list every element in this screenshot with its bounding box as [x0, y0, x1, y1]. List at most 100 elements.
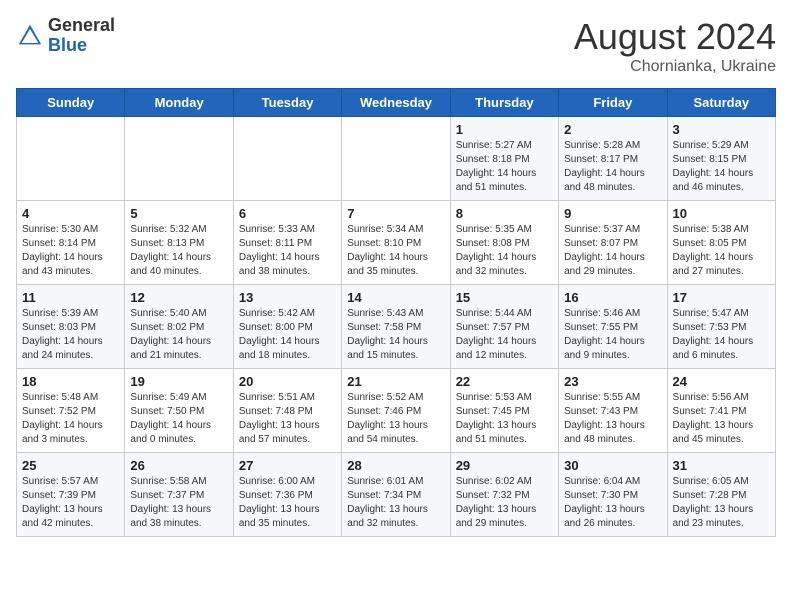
day-number: 15: [456, 290, 553, 305]
weekday-header-row: SundayMondayTuesdayWednesdayThursdayFrid…: [17, 89, 776, 117]
day-number: 23: [564, 374, 661, 389]
day-info: Sunrise: 6:05 AMSunset: 7:28 PMDaylight:…: [673, 475, 770, 531]
day-info: Sunrise: 5:34 AMSunset: 8:10 PMDaylight:…: [347, 223, 444, 279]
calendar-day-5: 5 Sunrise: 5:32 AMSunset: 8:13 PMDaylight…: [125, 201, 233, 285]
weekday-header-saturday: Saturday: [667, 89, 775, 117]
day-number: 17: [673, 290, 770, 305]
calendar-day-9: 9 Sunrise: 5:37 AMSunset: 8:07 PMDaylight…: [559, 201, 667, 285]
day-number: 16: [564, 290, 661, 305]
page-header: General Blue August 2024 Chornianka, Ukr…: [16, 16, 776, 76]
day-info: Sunrise: 5:40 AMSunset: 8:02 PMDaylight:…: [130, 307, 227, 363]
weekday-header-thursday: Thursday: [450, 89, 558, 117]
calendar-day-27: 27 Sunrise: 6:00 AMSunset: 7:36 PMDayligh…: [233, 453, 341, 537]
day-number: 21: [347, 374, 444, 389]
logo-text: General Blue: [48, 16, 115, 56]
calendar-day-23: 23 Sunrise: 5:55 AMSunset: 7:43 PMDayligh…: [559, 369, 667, 453]
day-number: 28: [347, 458, 444, 473]
weekday-header-monday: Monday: [125, 89, 233, 117]
day-info: Sunrise: 5:51 AMSunset: 7:48 PMDaylight:…: [239, 391, 336, 447]
calendar-day-6: 6Sunrise: 5:33 AMSunset: 8:11 PMDaylight…: [233, 201, 341, 285]
day-number: 29: [456, 458, 553, 473]
day-number: 25: [22, 458, 119, 473]
day-info: Sunrise: 5:29 AMSunset: 8:15 PMDaylight:…: [673, 139, 770, 195]
calendar-day-8: 8 Sunrise: 5:35 AMSunset: 8:08 PMDaylight…: [450, 201, 558, 285]
day-info: Sunrise: 5:28 AMSunset: 8:17 PMDaylight:…: [564, 139, 661, 195]
calendar-day-15: 15 Sunrise: 5:44 AMSunset: 7:57 PMDayligh…: [450, 285, 558, 369]
calendar-week-row: 18 Sunrise: 5:48 AMSunset: 7:52 PMDayligh…: [17, 369, 776, 453]
day-number: 27: [239, 458, 336, 473]
calendar-week-row: 25 Sunrise: 5:57 AMSunset: 7:39 PMDayligh…: [17, 453, 776, 537]
day-number: 10: [673, 206, 770, 221]
day-number: 19: [130, 374, 227, 389]
day-info: Sunrise: 5:56 AMSunset: 7:41 PMDaylight:…: [673, 391, 770, 447]
day-number: 24: [673, 374, 770, 389]
day-number: 9: [564, 206, 661, 221]
day-info: Sunrise: 5:53 AMSunset: 7:45 PMDaylight:…: [456, 391, 553, 447]
calendar-empty-cell: [342, 117, 450, 201]
day-number: 14: [347, 290, 444, 305]
day-info: Sunrise: 6:02 AMSunset: 7:32 PMDaylight:…: [456, 475, 553, 531]
day-info: Sunrise: 6:01 AMSunset: 7:34 PMDaylight:…: [347, 475, 444, 531]
day-info: Sunrise: 5:49 AMSunset: 7:50 PMDaylight:…: [130, 391, 227, 447]
calendar-day-28: 28 Sunrise: 6:01 AMSunset: 7:34 PMDayligh…: [342, 453, 450, 537]
calendar-day-14: 14Sunrise: 5:43 AMSunset: 7:58 PMDayligh…: [342, 285, 450, 369]
day-info: Sunrise: 6:04 AMSunset: 7:30 PMDaylight:…: [564, 475, 661, 531]
title-block: August 2024 Chornianka, Ukraine: [574, 16, 776, 76]
calendar-empty-cell: [233, 117, 341, 201]
day-number: 11: [22, 290, 119, 305]
calendar-day-19: 19 Sunrise: 5:49 AMSunset: 7:50 PMDayligh…: [125, 369, 233, 453]
day-number: 7: [347, 206, 444, 221]
day-info: Sunrise: 6:00 AMSunset: 7:36 PMDaylight:…: [239, 475, 336, 531]
day-info: Sunrise: 5:37 AMSunset: 8:07 PMDaylight:…: [564, 223, 661, 279]
calendar-day-18: 18 Sunrise: 5:48 AMSunset: 7:52 PMDayligh…: [17, 369, 125, 453]
calendar-day-10: 10Sunrise: 5:38 AMSunset: 8:05 PMDayligh…: [667, 201, 775, 285]
day-number: 12: [130, 290, 227, 305]
day-number: 2: [564, 122, 661, 137]
day-info: Sunrise: 5:32 AMSunset: 8:13 PMDaylight:…: [130, 223, 227, 279]
day-info: Sunrise: 5:52 AMSunset: 7:46 PMDaylight:…: [347, 391, 444, 447]
day-number: 30: [564, 458, 661, 473]
calendar-day-12: 12 Sunrise: 5:40 AMSunset: 8:02 PMDayligh…: [125, 285, 233, 369]
weekday-header-sunday: Sunday: [17, 89, 125, 117]
day-info: Sunrise: 5:48 AMSunset: 7:52 PMDaylight:…: [22, 391, 119, 447]
calendar-day-3: 3 Sunrise: 5:29 AMSunset: 8:15 PMDaylight…: [667, 117, 775, 201]
day-info: Sunrise: 5:27 AMSunset: 8:18 PMDaylight:…: [456, 139, 553, 195]
logo: General Blue: [16, 16, 115, 56]
logo-icon: [16, 22, 44, 50]
location: Chornianka, Ukraine: [574, 58, 776, 76]
calendar-day-31: 31Sunrise: 6:05 AMSunset: 7:28 PMDayligh…: [667, 453, 775, 537]
calendar-day-30: 30 Sunrise: 6:04 AMSunset: 7:30 PMDayligh…: [559, 453, 667, 537]
calendar-day-7: 7 Sunrise: 5:34 AMSunset: 8:10 PMDaylight…: [342, 201, 450, 285]
calendar-day-1: 1Sunrise: 5:27 AMSunset: 8:18 PMDaylight…: [450, 117, 558, 201]
day-info: Sunrise: 5:33 AMSunset: 8:11 PMDaylight:…: [239, 223, 336, 279]
calendar-week-row: 11 Sunrise: 5:39 AMSunset: 8:03 PMDayligh…: [17, 285, 776, 369]
day-number: 8: [456, 206, 553, 221]
day-info: Sunrise: 5:39 AMSunset: 8:03 PMDaylight:…: [22, 307, 119, 363]
calendar-empty-cell: [17, 117, 125, 201]
day-number: 18: [22, 374, 119, 389]
day-info: Sunrise: 5:35 AMSunset: 8:08 PMDaylight:…: [456, 223, 553, 279]
day-number: 20: [239, 374, 336, 389]
day-info: Sunrise: 5:57 AMSunset: 7:39 PMDaylight:…: [22, 475, 119, 531]
day-info: Sunrise: 5:44 AMSunset: 7:57 PMDaylight:…: [456, 307, 553, 363]
calendar-empty-cell: [125, 117, 233, 201]
day-info: Sunrise: 5:55 AMSunset: 7:43 PMDaylight:…: [564, 391, 661, 447]
calendar-day-21: 21 Sunrise: 5:52 AMSunset: 7:46 PMDayligh…: [342, 369, 450, 453]
day-number: 3: [673, 122, 770, 137]
calendar-day-13: 13Sunrise: 5:42 AMSunset: 8:00 PMDayligh…: [233, 285, 341, 369]
calendar-day-25: 25 Sunrise: 5:57 AMSunset: 7:39 PMDayligh…: [17, 453, 125, 537]
calendar-day-4: 4Sunrise: 5:30 AMSunset: 8:14 PMDaylight…: [17, 201, 125, 285]
calendar-week-row: 1Sunrise: 5:27 AMSunset: 8:18 PMDaylight…: [17, 117, 776, 201]
calendar-day-22: 22Sunrise: 5:53 AMSunset: 7:45 PMDayligh…: [450, 369, 558, 453]
day-info: Sunrise: 5:42 AMSunset: 8:00 PMDaylight:…: [239, 307, 336, 363]
day-number: 4: [22, 206, 119, 221]
calendar-day-16: 16Sunrise: 5:46 AMSunset: 7:55 PMDayligh…: [559, 285, 667, 369]
calendar-table: SundayMondayTuesdayWednesdayThursdayFrid…: [16, 88, 776, 537]
day-number: 5: [130, 206, 227, 221]
calendar-day-26: 26Sunrise: 5:58 AMSunset: 7:37 PMDayligh…: [125, 453, 233, 537]
weekday-header-friday: Friday: [559, 89, 667, 117]
calendar-day-29: 29 Sunrise: 6:02 AMSunset: 7:32 PMDayligh…: [450, 453, 558, 537]
day-info: Sunrise: 5:58 AMSunset: 7:37 PMDaylight:…: [130, 475, 227, 531]
calendar-week-row: 4Sunrise: 5:30 AMSunset: 8:14 PMDaylight…: [17, 201, 776, 285]
calendar-day-20: 20 Sunrise: 5:51 AMSunset: 7:48 PMDayligh…: [233, 369, 341, 453]
